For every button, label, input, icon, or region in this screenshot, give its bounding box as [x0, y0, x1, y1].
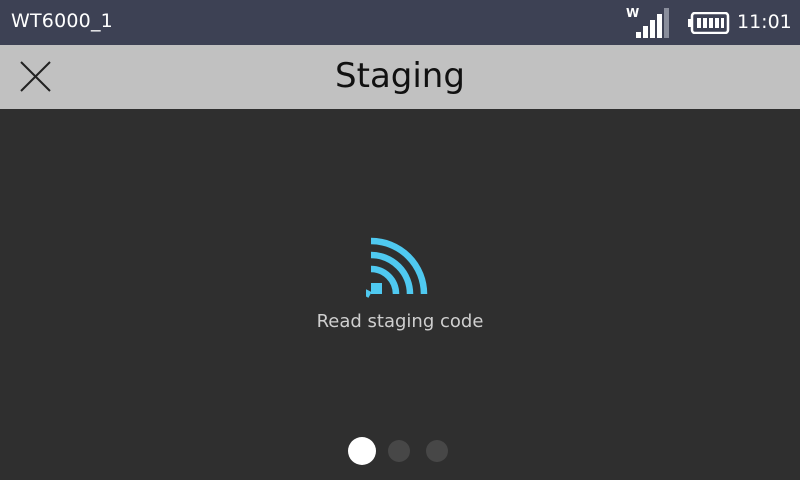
device-name: WT6000_1: [11, 10, 113, 32]
page-dot-2[interactable]: [388, 440, 410, 462]
page-title: Staging: [335, 56, 465, 96]
main-content: Read staging code: [0, 109, 800, 480]
battery-full-icon: [688, 12, 730, 34]
clock: 11:01: [737, 11, 792, 33]
page-indicator: [345, 435, 455, 465]
page-dot-3[interactable]: [426, 440, 448, 462]
signal-label: W: [626, 6, 639, 20]
nfc-wave-icon: [366, 237, 428, 298]
instruction-text: Read staging code: [316, 311, 484, 332]
status-bar: WT6000_1 W 11:01: [0, 0, 800, 45]
wifi-signal-icon: W: [626, 6, 669, 38]
page-dot-1-active[interactable]: [348, 437, 376, 465]
title-bar: Staging: [0, 45, 800, 109]
